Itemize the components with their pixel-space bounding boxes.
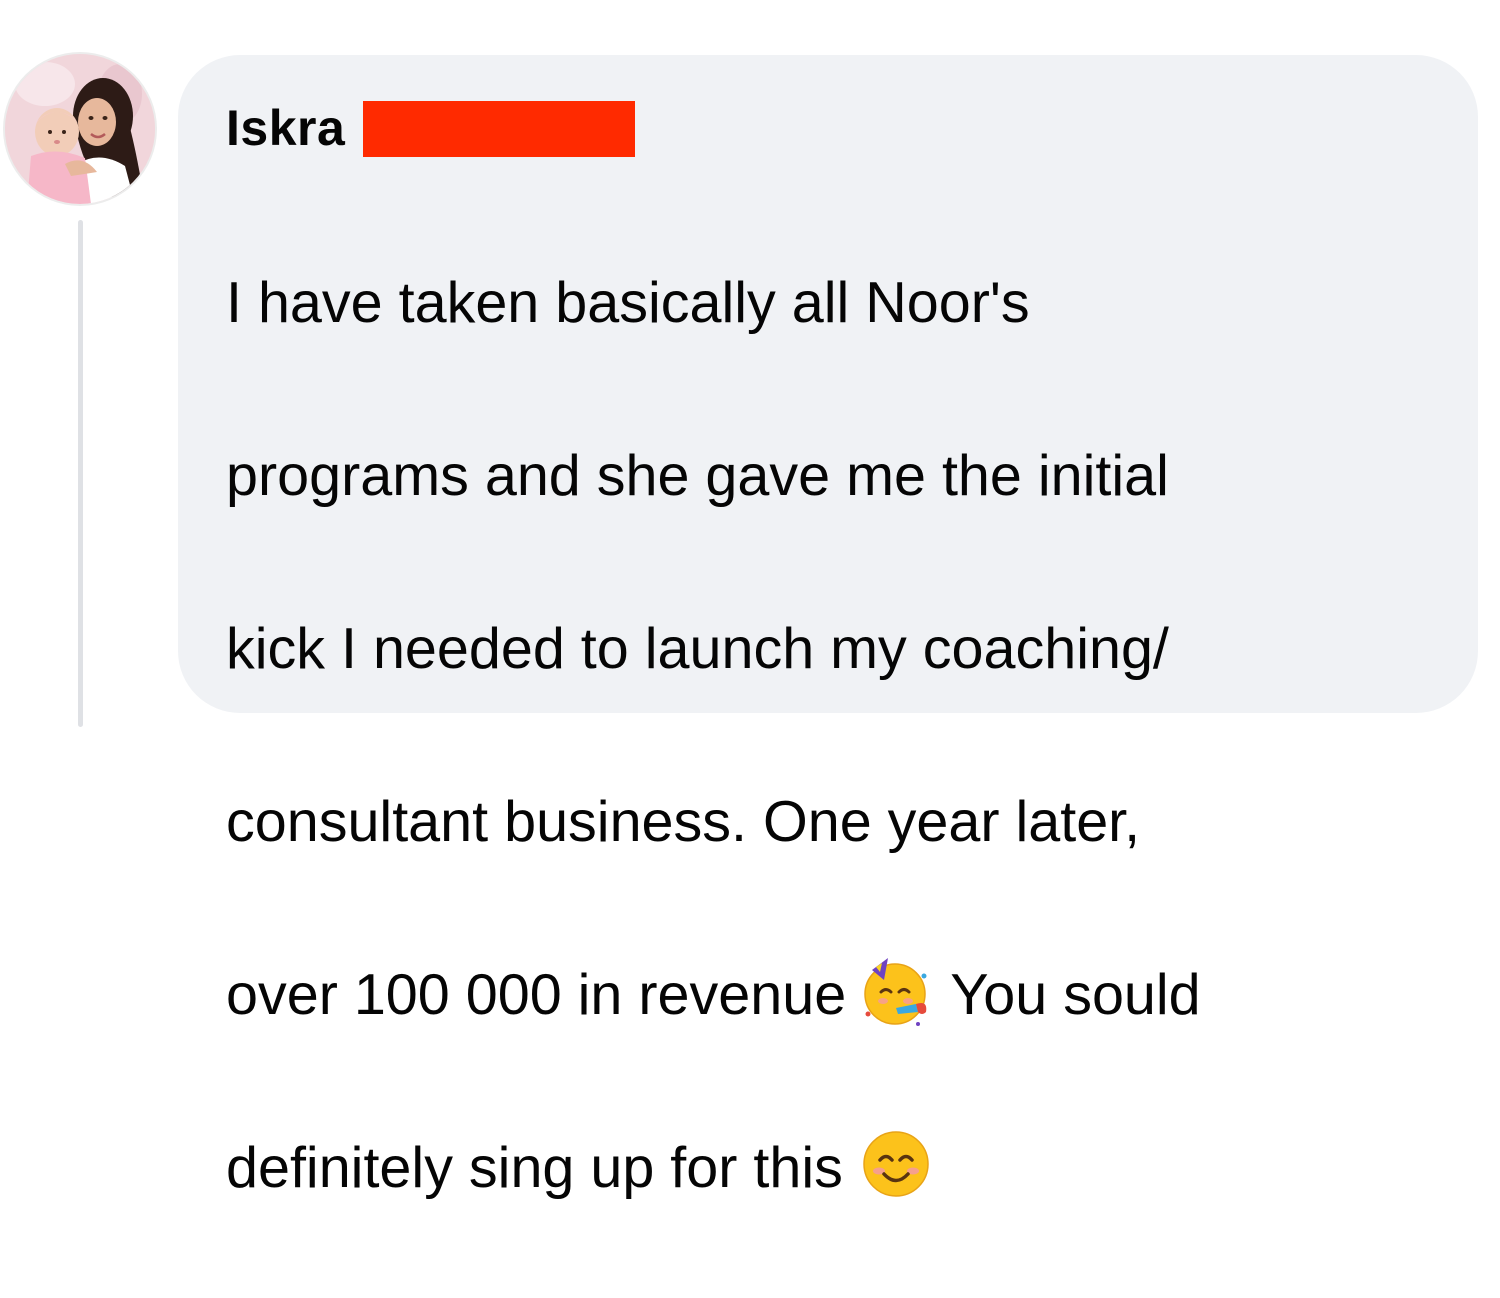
author-name[interactable]: Iskra	[226, 99, 345, 157]
comment-author: Iskra	[226, 97, 636, 159]
thread-line	[78, 220, 83, 727]
partying-face-icon	[858, 954, 932, 1028]
avatar-photo	[5, 54, 155, 204]
comment-line: definitely sing up for this	[226, 1125, 1456, 1212]
comment-line: programs and she gave me the initial	[226, 443, 1169, 508]
comment-line: consultant business. One year later,	[226, 789, 1141, 854]
comment-text-fragment: You sould	[950, 962, 1201, 1027]
comment-line: over 100 000 in revenue You sould	[226, 952, 1456, 1039]
avatar[interactable]	[5, 54, 155, 204]
smiling-face-icon	[859, 1127, 933, 1201]
comment-line: kick I needed to launch my coaching/	[226, 616, 1169, 681]
comment-text-fragment: definitely sing up for this	[226, 1135, 843, 1200]
redaction-box	[363, 101, 636, 157]
comment-text: I have taken basically all Noor's progra…	[226, 173, 1456, 1298]
comment-line: I have taken basically all Noor's	[226, 270, 1030, 335]
comment-text-fragment: over 100 000 in revenue	[226, 962, 847, 1027]
comment-bubble: Iskra I have taken basically all Noor's …	[178, 55, 1478, 1200]
